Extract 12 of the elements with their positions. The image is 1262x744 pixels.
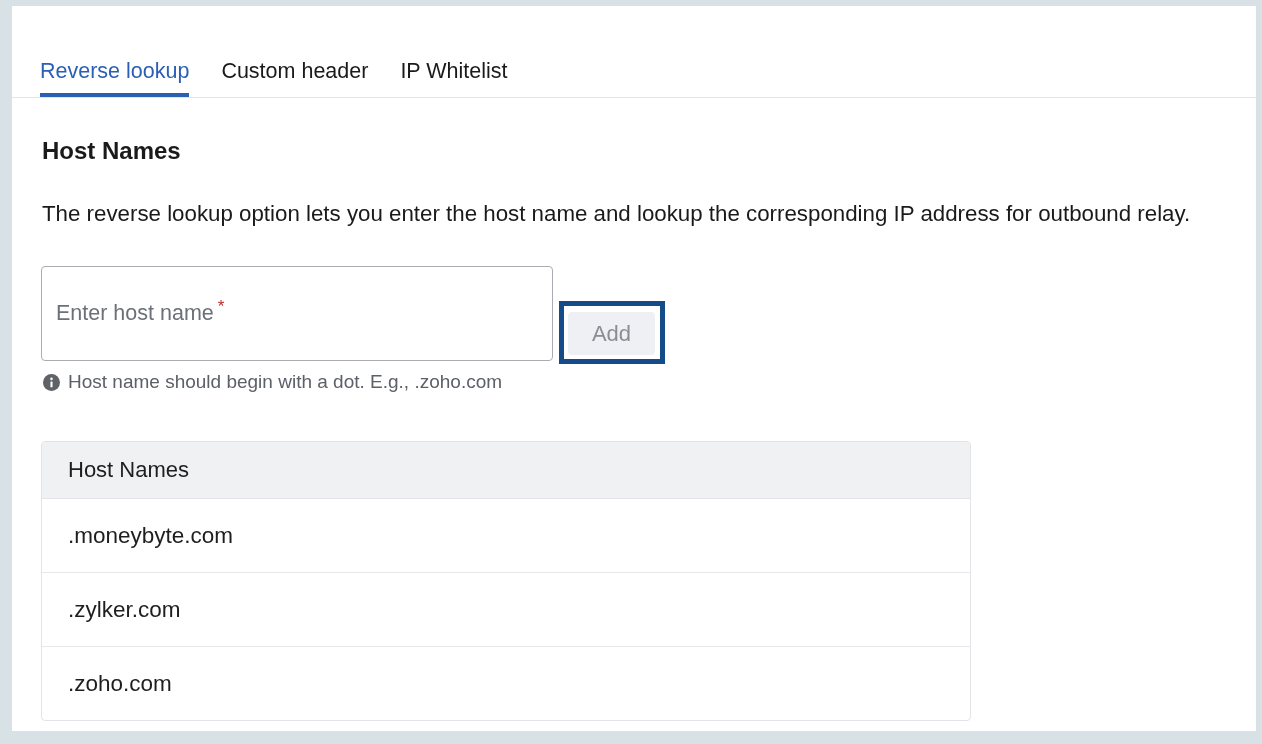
section-description: The reverse lookup option lets you enter the host name and lookup the corresponding IP address for outbound relay. bbox=[42, 202, 1191, 226]
tab[interactable]: IP Whitelist bbox=[400, 52, 508, 97]
host-name-input[interactable]: Enter host name * bbox=[41, 266, 553, 361]
table-cell-text: .zylker.com bbox=[67, 596, 181, 623]
table-cell-text: .zoho.com bbox=[67, 670, 172, 697]
table-cell-text: .moneybyte.com bbox=[67, 522, 234, 549]
tab[interactable]: Reverse lookup bbox=[40, 52, 190, 97]
section-title: Host Names bbox=[42, 137, 181, 165]
info-icon bbox=[43, 373, 60, 391]
column-header: Host Names bbox=[67, 457, 190, 483]
hint-text: Host name should begin with a dot. E.g., .zoho.com bbox=[68, 372, 503, 392]
tab[interactable]: Custom header bbox=[221, 52, 369, 97]
